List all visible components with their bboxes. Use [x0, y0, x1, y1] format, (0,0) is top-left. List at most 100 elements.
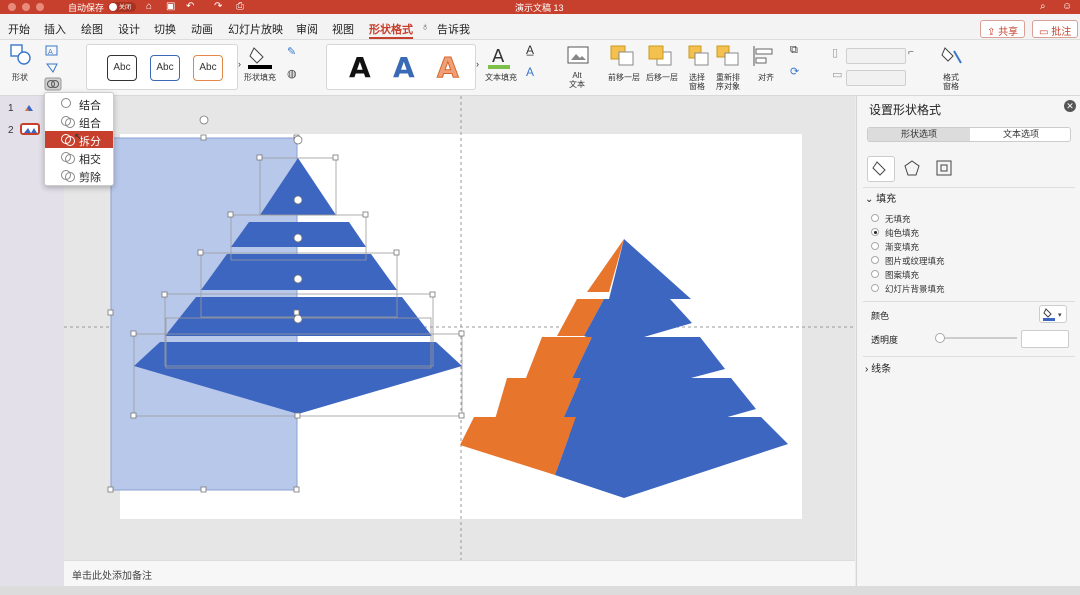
group-icon[interactable]: ⧉: [790, 45, 798, 56]
tab-animations[interactable]: 动画: [191, 21, 213, 37]
gallery-more-icon[interactable]: ›: [238, 60, 241, 69]
shape-width-input[interactable]: [846, 70, 906, 86]
tab-home[interactable]: 开始: [8, 21, 30, 37]
tab-tell-me[interactable]: 告诉我: [437, 21, 470, 37]
menu-item-label: 结合: [79, 100, 101, 112]
ribbon: 形状 A Abc Abc Abc › 形状填充 ✎ ◍ A A A › A 文本…: [0, 40, 1080, 96]
wordart-sample[interactable]: A: [437, 52, 460, 83]
undo-icon[interactable]: ↶: [186, 1, 194, 12]
tab-draw[interactable]: 绘图: [81, 21, 103, 37]
wordart-sample[interactable]: A: [349, 53, 371, 83]
shape-outline-icon[interactable]: ✎: [287, 47, 296, 58]
fill-option-solid[interactable]: 纯色填充: [871, 226, 991, 238]
lock-ratio-icon[interactable]: ⌐: [908, 48, 914, 58]
height-icon: ▯: [832, 47, 839, 59]
rearrange-objects-icon[interactable]: [716, 45, 740, 67]
ribbon-tab-row: 开始 插入 绘图 设计 切换 动画 幻灯片放映 审阅 视图 形状格式 ♁ 告诉我: [0, 14, 1080, 40]
text-effects-icon[interactable]: A: [526, 66, 534, 78]
line-section-header[interactable]: › 线条: [865, 360, 891, 375]
shape-fill-label: 形状填充: [244, 73, 276, 82]
color-picker-button[interactable]: ▾: [1039, 305, 1067, 323]
redo-icon[interactable]: ↷: [214, 1, 222, 12]
close-window-icon[interactable]: [8, 3, 16, 11]
tab-transitions[interactable]: 切换: [154, 21, 176, 37]
home-icon[interactable]: ⌂: [146, 1, 152, 12]
send-backward-icon[interactable]: [648, 45, 674, 67]
tab-view[interactable]: 视图: [332, 21, 354, 37]
size-properties-tab[interactable]: [931, 156, 959, 182]
selection-pane-icon[interactable]: [688, 45, 710, 67]
paint-bucket-icon[interactable]: [248, 44, 274, 70]
tab-review[interactable]: 审阅: [296, 21, 318, 37]
slide-thumbnail-1[interactable]: [21, 103, 37, 113]
wordart-more-icon[interactable]: ›: [476, 60, 479, 69]
text-outline-icon[interactable]: A̲: [526, 44, 534, 56]
align-icon[interactable]: [752, 45, 778, 67]
share-icon: ⇪: [987, 27, 999, 38]
tab-slideshow[interactable]: 幻灯片放映: [228, 21, 283, 37]
alt-text-icon[interactable]: [567, 46, 589, 66]
bring-forward-icon[interactable]: [610, 45, 636, 67]
tab-shape-format[interactable]: 形状格式: [369, 21, 413, 39]
wordart-sample[interactable]: A: [393, 53, 415, 83]
print-icon[interactable]: ⎙: [236, 1, 244, 12]
tab-shape-options[interactable]: 形状选项: [868, 128, 970, 141]
minimize-window-icon[interactable]: [22, 3, 30, 11]
selection-pane-label: 选择 窗格: [689, 73, 705, 91]
menu-item-union[interactable]: 结合: [45, 95, 113, 112]
slide-thumbnail-2[interactable]: [20, 123, 40, 135]
tab-design[interactable]: 设计: [118, 21, 140, 37]
comments-label: 批注: [1051, 27, 1072, 38]
shape-style-sample[interactable]: Abc: [107, 55, 137, 81]
menu-item-intersect[interactable]: 相交: [45, 149, 113, 166]
account-icon[interactable]: ☺: [1062, 1, 1072, 12]
search-icon[interactable]: ⌕: [1040, 1, 1046, 12]
autosave-toggle[interactable]: 关闭: [108, 2, 136, 12]
tab-text-options[interactable]: 文本选项: [970, 128, 1072, 141]
fill-option-picture[interactable]: 图片或纹理填充: [871, 254, 991, 266]
fill-option-label: 图片或纹理填充: [885, 256, 945, 266]
autosave-state: 关闭: [119, 5, 132, 11]
notes-pane[interactable]: 单击此处添加备注: [64, 560, 855, 586]
fill-line-tab[interactable]: [867, 156, 895, 182]
svg-text:A: A: [492, 46, 505, 67]
comment-icon: ▭: [1039, 27, 1052, 38]
svg-text:▾: ▾: [1058, 312, 1062, 319]
shape-style-sample[interactable]: Abc: [193, 55, 223, 81]
pane-tab-switch: 形状选项 文本选项: [867, 127, 1071, 142]
shapes-icon[interactable]: [10, 44, 32, 66]
fill-option-gradient[interactable]: 渐变填充: [871, 240, 991, 252]
format-pane-icon[interactable]: [940, 45, 964, 67]
fill-option-pattern[interactable]: 图案填充: [871, 268, 991, 280]
format-pane-label: 格式 窗格: [943, 73, 959, 91]
transparency-slider[interactable]: [935, 333, 1017, 343]
fill-section-header[interactable]: ⌄ 填充: [865, 190, 896, 205]
rotate-icon[interactable]: ⟳: [790, 67, 799, 78]
effects-tab[interactable]: [899, 156, 927, 182]
shape-style-sample[interactable]: Abc: [150, 55, 180, 81]
shape-effects-icon[interactable]: ◍: [287, 69, 297, 80]
edit-shape-icon[interactable]: A: [44, 44, 68, 94]
comments-button[interactable]: ▭ 批注: [1032, 20, 1079, 38]
slide-number: 1: [8, 103, 14, 114]
right-pyramid[interactable]: [460, 239, 788, 498]
tab-insert[interactable]: 插入: [44, 21, 66, 37]
transparency-input[interactable]: [1021, 330, 1069, 348]
text-fill-icon[interactable]: A: [488, 44, 512, 72]
shape-height-input[interactable]: [846, 48, 906, 64]
fill-option-none[interactable]: 无填充: [871, 212, 991, 224]
menu-item-subtract[interactable]: 剪除: [45, 167, 113, 184]
slide-canvas[interactable]: [64, 96, 855, 560]
menu-item-combine[interactable]: 组合: [45, 113, 113, 130]
rearrange-objects-label: 重新排 序对象: [716, 73, 740, 91]
maximize-window-icon[interactable]: [36, 3, 44, 11]
close-pane-icon[interactable]: ✕: [1064, 100, 1076, 112]
fill-option-label: 渐变填充: [885, 242, 920, 252]
title-bar: 自动保存 关闭 ⌂ ▣ ↶ ↷ ⎙ 演示文稿 13 ⌕ ☺: [0, 0, 1080, 14]
format-shape-pane: 设置形状格式 ✕ 形状选项 文本选项 ⌄ 填充 无填充 纯色填充 渐变填充 图片…: [856, 96, 1080, 586]
save-icon[interactable]: ▣: [166, 1, 175, 12]
fill-option-slide-background[interactable]: 幻灯片背景填充: [871, 282, 991, 294]
slider-thumb[interactable]: [935, 333, 945, 343]
share-button[interactable]: ⇪ 共享: [980, 20, 1026, 38]
slide-number: 2: [8, 125, 14, 136]
